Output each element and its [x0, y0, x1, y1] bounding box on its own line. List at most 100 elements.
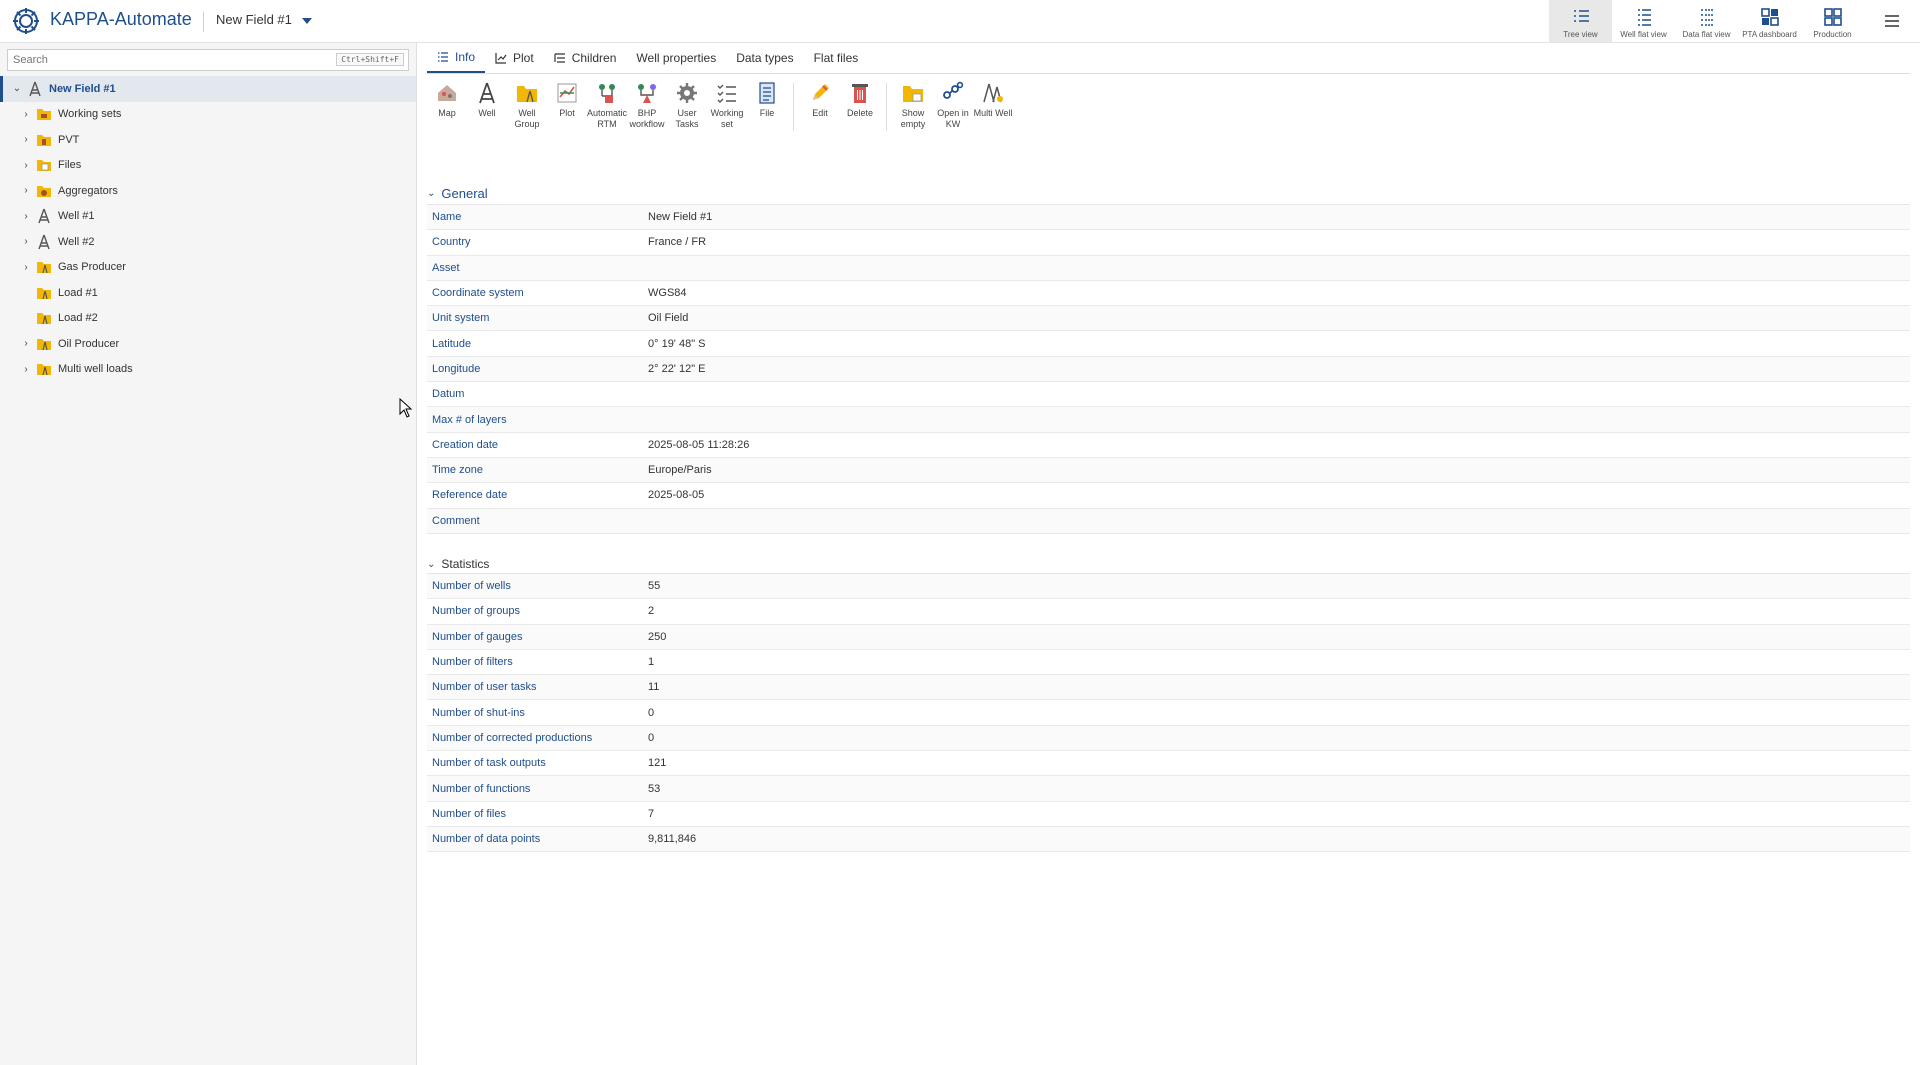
tree-item-label: Gas Producer	[58, 261, 126, 274]
well-group-folder-icon	[37, 287, 51, 299]
field-selector[interactable]: New Field #1	[216, 12, 312, 27]
tree-item-aggregators[interactable]: › Aggregators	[0, 178, 416, 204]
user-tasks-button[interactable]: User Tasks	[667, 79, 707, 175]
data-flat-view-icon	[1700, 9, 1714, 26]
tree-item-well-1[interactable]: › Well #1	[0, 204, 416, 230]
tree-item-pvt[interactable]: › PVT	[0, 127, 416, 153]
tab-plot[interactable]: Plot	[485, 43, 544, 73]
statistic-key: Number of corrected productions	[432, 731, 593, 744]
statistic-value: 7	[648, 807, 655, 820]
tree-item-load-1[interactable]: Load #1	[0, 280, 416, 306]
well-flat-view-icon	[1637, 9, 1651, 26]
chevron-right-icon[interactable]: ›	[20, 236, 32, 248]
main-menu-button[interactable]	[1864, 0, 1920, 42]
well-label: Well	[478, 108, 496, 118]
well-group-button[interactable]: Well Group	[507, 79, 547, 175]
show-empty-button[interactable]: Show empty	[893, 79, 933, 175]
statistics-section-header[interactable]: ⌄ Statistics	[427, 557, 489, 571]
well-flat-view-button[interactable]: Well flat view	[1612, 0, 1675, 42]
property-key: Asset	[432, 261, 460, 274]
chevron-down-icon: ⌄	[427, 558, 436, 570]
tree-view-icon	[1573, 10, 1589, 22]
tree-item-load-2[interactable]: Load #2	[0, 306, 416, 332]
file-button[interactable]: File	[747, 79, 787, 175]
tree-root-new-field-1[interactable]: ⌄ New Field #1	[0, 76, 416, 102]
chevron-right-icon[interactable]: ›	[20, 108, 32, 120]
data-flat-view-button[interactable]: Data flat view	[1675, 0, 1738, 42]
well-group-icon	[517, 86, 537, 103]
tree-item-oil-producer[interactable]: › Oil Producer	[0, 331, 416, 357]
empty-folder-icon	[903, 86, 923, 102]
property-row: Max # of layers	[427, 407, 1910, 433]
property-value: Europe/Paris	[648, 464, 712, 477]
property-key: Time zone	[432, 464, 483, 477]
well-group-folder-icon	[37, 338, 51, 350]
multi-well-icon	[983, 83, 1003, 103]
production-label: Production	[1813, 30, 1852, 39]
edit-label: Edit	[812, 108, 828, 118]
property-key: Unit system	[432, 312, 490, 325]
property-value: 2025-08-05	[648, 489, 705, 502]
property-row: Unit system Oil Field	[427, 306, 1910, 332]
delete-button[interactable]: Delete	[840, 79, 880, 175]
statistic-row: Number of corrected productions 0	[427, 725, 1910, 752]
automatic-rtm-button[interactable]: Automatic RTM	[587, 79, 627, 175]
plot-button[interactable]: Plot	[547, 79, 587, 175]
statistic-value: 55	[648, 580, 661, 593]
property-row: Asset	[427, 255, 1910, 281]
tab-flat-files[interactable]: Flat files	[804, 43, 869, 73]
tab-label: Flat files	[813, 51, 859, 65]
automatic-rtm-label: Automatic RTM	[586, 108, 628, 129]
tab-info[interactable]: Info	[427, 43, 486, 73]
tab-well-properties[interactable]: Well properties	[626, 43, 726, 73]
main-panel: Info Plot Children Well properties Data …	[417, 43, 1920, 1065]
tree-item-working-sets[interactable]: › Working sets	[0, 102, 416, 128]
property-value: WGS84	[648, 287, 687, 300]
chevron-right-icon[interactable]: ›	[20, 159, 32, 171]
tree-item-files[interactable]: › Files	[0, 153, 416, 179]
statistic-key: Number of data points	[432, 833, 541, 846]
show-empty-label: Show empty	[900, 108, 926, 129]
property-value: 2025-08-05 11:28:26	[648, 438, 750, 451]
statistic-key: Number of shut-ins	[432, 706, 525, 719]
tree-item-label: Load #1	[58, 286, 98, 299]
tab-bar: Info Plot Children Well properties Data …	[427, 43, 1910, 74]
pta-dashboard-button[interactable]: PTA dashboard	[1738, 0, 1801, 42]
bhp-workflow-button[interactable]: BHP workflow	[627, 79, 667, 175]
multi-well-button[interactable]: Multi Well	[973, 79, 1013, 175]
search-box[interactable]: Ctrl+Shift+F	[7, 49, 409, 71]
statistic-row: Number of shut-ins 0	[427, 700, 1910, 726]
tab-children[interactable]: Children	[544, 43, 627, 73]
general-section-header[interactable]: ⌄ General	[427, 186, 488, 201]
well-button[interactable]: Well	[467, 79, 507, 175]
chevron-right-icon[interactable]: ›	[20, 134, 32, 146]
tree-item-label: Files	[58, 159, 82, 172]
property-value: France / FR	[648, 236, 707, 249]
tree-item-gas-producer[interactable]: › Gas Producer	[0, 255, 416, 281]
chevron-right-icon[interactable]: ›	[20, 185, 32, 197]
edit-button[interactable]: Edit	[800, 79, 840, 175]
tree-item-label: Load #2	[58, 312, 98, 325]
top-bar: KAPPA-Automate New Field #1 Tree view We…	[0, 0, 1920, 43]
well-group-folder-icon	[37, 313, 51, 325]
bhp-workflow-label: BHP workflow	[629, 108, 665, 129]
tree-item-multi-well-loads[interactable]: › Multi well loads	[0, 357, 416, 383]
tree-item-well-2[interactable]: › Well #2	[0, 229, 416, 255]
chevron-right-icon[interactable]: ›	[20, 210, 32, 222]
automatic-rtm-icon	[599, 84, 615, 103]
search-shortcut-hint: Ctrl+Shift+F	[336, 53, 404, 66]
statistic-value: 9,811,846	[648, 833, 697, 846]
tree-view-button[interactable]: Tree view	[1549, 0, 1612, 42]
chevron-right-icon[interactable]: ›	[20, 338, 32, 350]
working-set-button[interactable]: Working set	[707, 79, 747, 175]
open-in-kw-button[interactable]: Open in KW	[933, 79, 973, 175]
title-divider	[203, 12, 204, 32]
chevron-right-icon[interactable]: ›	[20, 363, 32, 375]
map-button[interactable]: Map	[427, 79, 467, 175]
chevron-right-icon[interactable]: ›	[20, 261, 32, 273]
search-input[interactable]	[8, 50, 318, 70]
checklist-icon	[717, 84, 736, 103]
production-button[interactable]: Production	[1801, 0, 1864, 42]
tab-data-types[interactable]: Data types	[726, 43, 803, 73]
chevron-down-icon[interactable]: ⌄	[11, 83, 23, 95]
